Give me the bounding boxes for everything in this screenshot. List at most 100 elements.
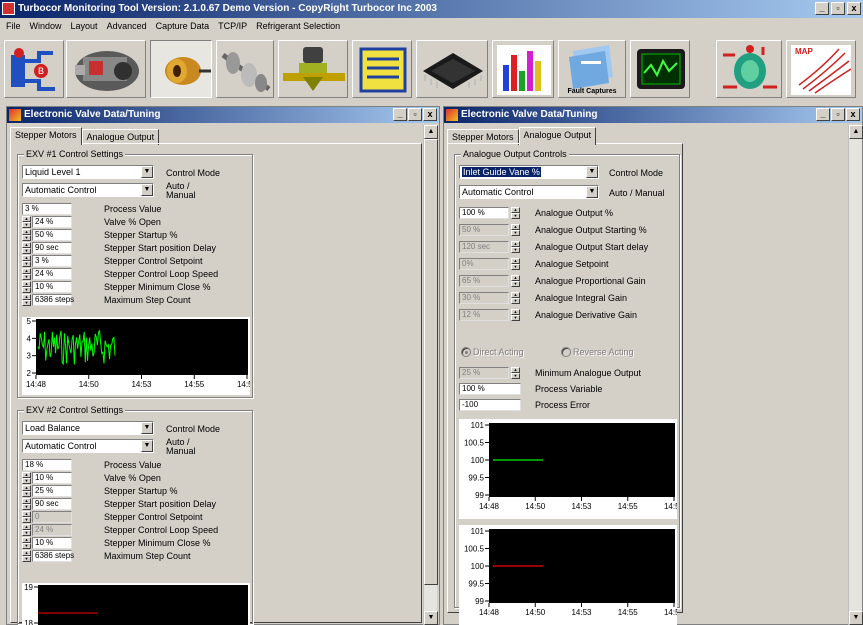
analogue-param-value-field[interactable]: 30 % — [459, 292, 509, 304]
right-minimize-button[interactable]: _ — [816, 108, 830, 121]
valve-actuator-button[interactable] — [278, 40, 348, 98]
exv2-param-value-field[interactable]: 25 % — [32, 485, 72, 497]
exv2-param-value-field[interactable]: 0 — [32, 511, 72, 523]
exv1-param-spinner[interactable]: ▲ ▼ — [22, 294, 31, 306]
direct-acting-radio[interactable] — [461, 347, 471, 357]
chevron-down-icon[interactable]: ▼ — [141, 166, 153, 178]
exv2-param-value-field[interactable]: 6386 steps — [32, 550, 74, 562]
menu-refrigerant-selection[interactable]: Refrigerant Selection — [256, 21, 340, 36]
exv1-auto-manual-select[interactable]: Automatic Control ▼ — [22, 183, 154, 197]
exv1-param-spinner[interactable]: ▲ ▼ — [22, 216, 31, 228]
scroll-up-icon[interactable]: ▲ — [849, 125, 863, 139]
exv1-param-value-field[interactable]: 3 % — [22, 203, 72, 215]
exv1-param-value-field[interactable]: 50 % — [32, 229, 72, 241]
exv2-param-spinner[interactable]: ▲ ▼ — [22, 511, 31, 523]
process-variable-field[interactable]: 100 % — [459, 383, 521, 395]
refrigerant-cycle-button[interactable] — [716, 40, 782, 98]
motor-coil-button[interactable] — [150, 40, 212, 98]
minimum-analogue-output-spinner[interactable]: ▲ ▼ — [511, 367, 520, 379]
exv1-param-spinner[interactable]: ▲ ▼ — [22, 255, 31, 267]
left-vertical-scrollbar[interactable]: ▲ ▼ — [423, 125, 438, 625]
chevron-down-icon[interactable]: ▼ — [586, 186, 598, 198]
menu-window[interactable]: Window — [30, 21, 62, 36]
exv1-param-value-field[interactable]: 3 % — [32, 255, 72, 267]
menu-capture-data[interactable]: Capture Data — [156, 21, 210, 36]
chevron-down-icon[interactable]: ▼ — [141, 184, 153, 196]
valve-circuit-button[interactable]: B — [4, 40, 64, 98]
exv1-param-value-field[interactable]: 90 sec — [32, 242, 72, 254]
exv1-param-value-field[interactable]: 10 % — [32, 281, 72, 293]
shaft-bearings-button[interactable] — [216, 40, 274, 98]
menu-layout[interactable]: Layout — [71, 21, 98, 36]
exv1-param-value-field[interactable]: 6386 steps — [32, 294, 74, 306]
menu-advanced[interactable]: Advanced — [107, 21, 147, 36]
exv2-control-mode-select[interactable]: Load Balance ▼ — [22, 421, 154, 435]
analogue-control-mode-select[interactable]: Inlet Guide Vane % ▼ — [459, 165, 599, 179]
exv2-param-value-field[interactable]: 10 % — [32, 537, 72, 549]
compressor-button[interactable] — [66, 40, 146, 98]
analogue-param-spinner[interactable]: ▲ ▼ — [511, 275, 520, 287]
maximize-button[interactable]: ▫ — [831, 2, 845, 15]
reverse-acting-radio[interactable] — [561, 347, 571, 357]
exv1-param-value-field[interactable]: 24 % — [32, 216, 72, 228]
motor-coil-icon — [165, 57, 211, 85]
analogue-auto-manual-select[interactable]: Automatic Control ▼ — [459, 185, 599, 199]
scroll-down-icon[interactable]: ▼ — [424, 611, 438, 625]
exv1-param-value-field[interactable]: 24 % — [32, 268, 72, 280]
menu-tcpip[interactable]: TCP/IP — [218, 21, 247, 36]
analogue-param-value-field[interactable]: 12 % — [459, 309, 509, 321]
analogue-param-spinner[interactable]: ▲ ▼ — [511, 309, 520, 321]
analogue-param-value-field[interactable]: 50 % — [459, 224, 509, 236]
exv2-auto-manual-select[interactable]: Automatic Control ▼ — [22, 439, 154, 453]
left-maximize-button[interactable]: ▫ — [408, 108, 422, 121]
scroll-up-icon[interactable]: ▲ — [424, 125, 438, 139]
fault-captures-button[interactable]: Fault Captures — [558, 40, 626, 98]
exv2-param-value-field[interactable]: 10 % — [32, 472, 72, 484]
exv2-param-spinner[interactable]: ▲ ▼ — [22, 524, 31, 536]
analogue-param-value-field[interactable]: 0% — [459, 258, 509, 270]
chevron-down-icon[interactable]: ▼ — [141, 440, 153, 452]
analogue-param-spinner[interactable]: ▲ ▼ — [511, 292, 520, 304]
exv2-param-spinner[interactable]: ▲ ▼ — [22, 498, 31, 510]
exv2-param-value-field[interactable]: 24 % — [32, 524, 72, 536]
exv1-param-spinner[interactable]: ▲ ▼ — [22, 281, 31, 293]
chevron-down-icon[interactable]: ▼ — [141, 422, 153, 434]
minimize-button[interactable]: _ — [815, 2, 829, 15]
scroll-thumb[interactable] — [424, 139, 438, 585]
exv2-param-spinner[interactable]: ▲ ▼ — [22, 550, 31, 562]
exv2-param-spinner[interactable]: ▲ ▼ — [22, 472, 31, 484]
exv2-param-spinner[interactable]: ▲ ▼ — [22, 485, 31, 497]
scroll-down-icon[interactable]: ▼ — [849, 611, 863, 625]
analogue-param-spinner[interactable]: ▲ ▼ — [511, 241, 520, 253]
left-minimize-button[interactable]: _ — [393, 108, 407, 121]
minimum-analogue-output-field[interactable]: 25 % — [459, 367, 509, 379]
analogue-param-spinner[interactable]: ▲ ▼ — [511, 224, 520, 236]
close-button[interactable]: x — [847, 2, 861, 15]
chevron-down-icon[interactable]: ▼ — [586, 166, 598, 178]
notepad-log-button[interactable] — [352, 40, 412, 98]
analogue-param-value-field[interactable]: 65 % — [459, 275, 509, 287]
tab-stepper-motors[interactable]: Stepper Motors — [10, 127, 82, 145]
exv1-param-spinner[interactable]: ▲ ▼ — [22, 242, 31, 254]
scope-monitor-button[interactable] — [630, 40, 690, 98]
exv2-param-value-field[interactable]: 18 % — [22, 459, 72, 471]
analogue-param-value-field[interactable]: 100 % — [459, 207, 509, 219]
menu-file[interactable]: File — [6, 21, 21, 36]
exv2-param-value-field[interactable]: 90 sec — [32, 498, 72, 510]
left-close-button[interactable]: x — [423, 108, 437, 121]
compressor-map-button[interactable]: MAP — [786, 40, 856, 98]
exv1-param-spinner[interactable]: ▲ ▼ — [22, 229, 31, 241]
exv1-control-mode-select[interactable]: Liquid Level 1 ▼ — [22, 165, 154, 179]
analogue-param-value-field[interactable]: 120 sec — [459, 241, 509, 253]
bar-chart-button[interactable] — [492, 40, 554, 98]
right-maximize-button[interactable]: ▫ — [831, 108, 845, 121]
right-vertical-scrollbar[interactable]: ▲ ▼ — [848, 125, 863, 625]
exv1-param-spinner[interactable]: ▲ ▼ — [22, 268, 31, 280]
right-close-button[interactable]: x — [846, 108, 860, 121]
chip-board-button[interactable] — [416, 40, 488, 98]
analogue-param-spinner[interactable]: ▲ ▼ — [511, 207, 520, 219]
tab-analogue-output[interactable]: Analogue Output — [518, 127, 597, 145]
exv2-param-spinner[interactable]: ▲ ▼ — [22, 537, 31, 549]
process-error-field[interactable]: -100 — [459, 399, 521, 411]
analogue-param-spinner[interactable]: ▲ ▼ — [511, 258, 520, 270]
